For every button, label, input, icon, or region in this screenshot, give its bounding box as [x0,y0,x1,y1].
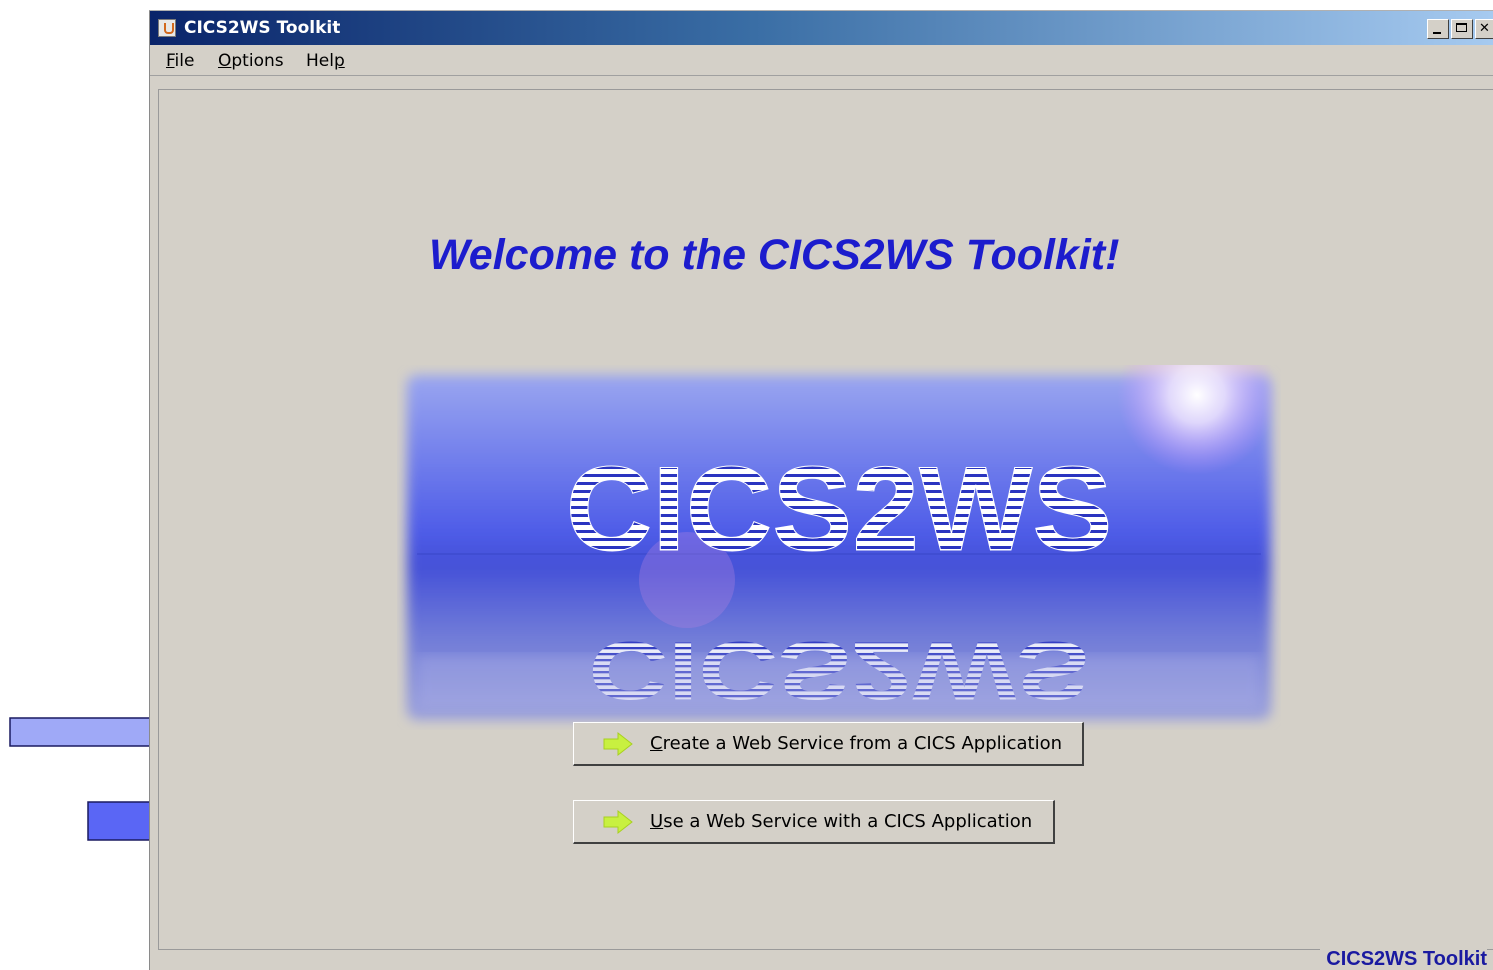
title-bar[interactable]: CICS2WS Toolkit ✕ [150,11,1493,45]
menu-file-label: ile [174,51,195,71]
use-button-label: Use a Web Service with a CICS Applicatio… [650,811,1032,832]
svg-text:CICS2WS: CICS2WS [566,442,1113,576]
create-button-text: reate a Web Service from a CICS Applicat… [662,733,1063,754]
create-button-label: Create a Web Service from a CICS Applica… [650,733,1062,754]
use-button-text: se a Web Service with a CICS Application [663,811,1033,832]
menu-bar: File Options Help [150,45,1493,76]
welcome-heading: Welcome to the CICS2WS Toolkit! [429,231,1120,279]
menu-file-mnemonic: F [166,51,175,71]
menu-options[interactable]: Options [218,51,284,71]
green-arrow-icon [603,809,633,834]
maximize-icon[interactable] [1451,19,1473,39]
java-app-icon [158,19,176,37]
menu-options-mnemonic: O [218,51,232,71]
cics2ws-logo-image: CICS2WS CICS2WS [407,365,1277,720]
create-button-mnemonic: C [650,733,663,754]
use-button-mnemonic: U [650,811,664,832]
window-controls: ✕ [1427,19,1493,39]
close-icon[interactable]: ✕ [1475,19,1493,39]
green-arrow-icon [603,731,633,756]
footer-brand-label: CICS2WS Toolkit [1320,948,1487,970]
create-web-service-button[interactable]: Create a Web Service from a CICS Applica… [573,722,1084,766]
menu-help-mnemonic: p [333,51,345,71]
menu-help[interactable]: Help [306,51,345,71]
menu-file[interactable]: File [166,51,194,71]
window-title: CICS2WS Toolkit [184,18,341,38]
app-window: CICS2WS Toolkit ✕ File Options Help Welc… [149,10,1493,970]
menu-options-label: ptions [231,51,284,71]
main-panel: Welcome to the CICS2WS Toolkit! CICS2WS … [158,89,1493,950]
use-web-service-button[interactable]: Use a Web Service with a CICS Applicatio… [573,800,1055,844]
minimize-icon[interactable] [1427,19,1449,39]
menu-help-label: Hel [306,51,334,71]
